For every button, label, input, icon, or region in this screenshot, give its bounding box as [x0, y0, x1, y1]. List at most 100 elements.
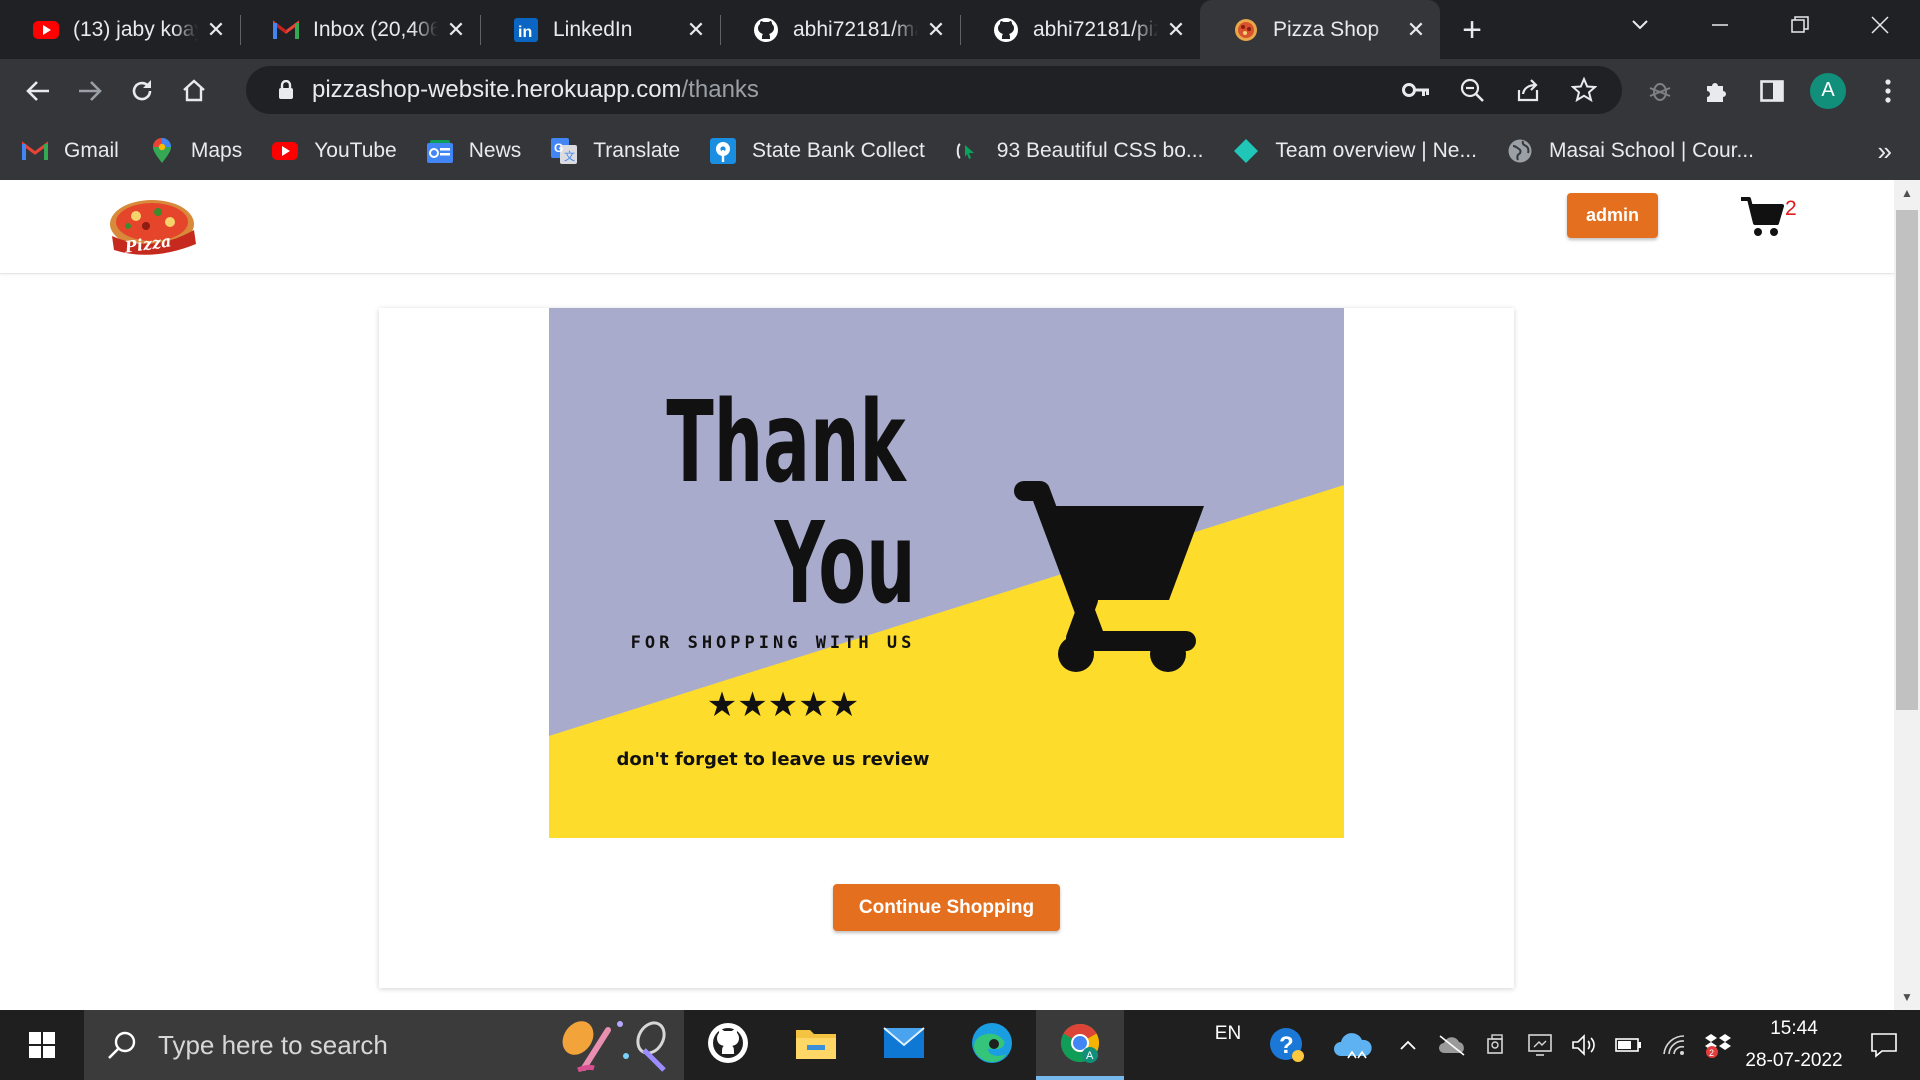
- close-icon[interactable]: ✕: [444, 17, 468, 42]
- close-icon[interactable]: ✕: [204, 17, 228, 42]
- toolbar-right: A: [1632, 59, 1920, 122]
- clock-time: 15:44: [1770, 1018, 1818, 1039]
- bookmark-state-bank[interactable]: State Bank Collect: [710, 138, 925, 164]
- bookmark-label: Masai School | Cour...: [1548, 139, 1755, 162]
- thank-you-card: Thank You FOR SHOPPING WITH US ★★★★★ don…: [379, 308, 1514, 988]
- meet-now-icon[interactable]: [1474, 1010, 1518, 1080]
- bookmark-translate[interactable]: G文 Translate: [551, 138, 680, 164]
- taskbar-clock[interactable]: 15:44 28-07-2022: [1740, 1010, 1848, 1080]
- cart-icon[interactable]: [1739, 194, 1809, 240]
- new-tab-button[interactable]: +: [1448, 6, 1496, 54]
- search-icon: [106, 1029, 138, 1061]
- home-icon[interactable]: [168, 65, 220, 117]
- profile-avatar[interactable]: A: [1800, 63, 1856, 119]
- side-panel-icon[interactable]: [1744, 63, 1800, 119]
- clock-date: 28-07-2022: [1745, 1050, 1843, 1071]
- cloud-offline-icon[interactable]: [1430, 1010, 1474, 1080]
- volume-icon[interactable]: [1562, 1010, 1606, 1080]
- tab-gmail[interactable]: Inbox (20,406 ✕: [240, 0, 480, 59]
- page-scrollbar[interactable]: ▲ ▼: [1894, 180, 1920, 1010]
- scroll-down-icon[interactable]: ▼: [1894, 984, 1920, 1010]
- taskbar-app-file-explorer[interactable]: [772, 1010, 860, 1080]
- sbi-icon: [710, 138, 737, 164]
- youtube-icon: [272, 138, 299, 164]
- tab-linkedin[interactable]: in LinkedIn ✕: [480, 0, 720, 59]
- taskbar-app-edge[interactable]: [948, 1010, 1036, 1080]
- github-icon: [753, 17, 779, 43]
- minimize-icon[interactable]: [1680, 0, 1760, 50]
- extension-bug-icon[interactable]: [1632, 63, 1688, 119]
- close-icon[interactable]: ✕: [684, 17, 708, 42]
- forward-icon[interactable]: [64, 65, 116, 117]
- lock-icon[interactable]: [264, 80, 308, 100]
- extensions-puzzle-icon[interactable]: [1688, 63, 1744, 119]
- taskbar-search-box[interactable]: Type here to search: [84, 1010, 684, 1080]
- bookmarks-overflow-button[interactable]: »: [1878, 136, 1892, 167]
- bookmark-news[interactable]: News: [426, 138, 522, 164]
- bookmark-label: 93 Beautiful CSS bo...: [996, 139, 1204, 162]
- reload-icon[interactable]: [116, 65, 168, 117]
- admin-button[interactable]: admin: [1567, 193, 1658, 238]
- tab-title: LinkedIn: [553, 17, 633, 41]
- show-hidden-icons-icon[interactable]: [1386, 1010, 1430, 1080]
- close-icon[interactable]: ✕: [1404, 17, 1428, 42]
- onedrive-icon[interactable]: [1320, 1010, 1386, 1080]
- tab-pizza-shop[interactable]: Pizza Shop ✕: [1200, 0, 1440, 59]
- url-text[interactable]: pizzashop-website.herokuapp.com/thanks: [312, 76, 1388, 104]
- browser-toolbar: pizzashop-website.herokuapp.com/thanks A: [0, 59, 1920, 122]
- bookmark-css-buttons[interactable]: 93 Beautiful CSS bo...: [955, 138, 1204, 164]
- bookmark-label: Translate: [593, 139, 681, 162]
- pizza-logo[interactable]: Pizza: [106, 196, 198, 257]
- tab-title: abhi72181/ma: [793, 17, 918, 41]
- tab-github-2[interactable]: abhi72181/piz ✕: [960, 0, 1200, 59]
- bookmark-maps[interactable]: Maps: [149, 138, 242, 164]
- svg-text:in: in: [518, 24, 532, 41]
- bookmark-youtube[interactable]: YouTube: [272, 138, 397, 164]
- window-close-icon[interactable]: [1840, 0, 1920, 50]
- menu-kebab-icon[interactable]: [1856, 63, 1920, 119]
- taskbar-app-chrome[interactable]: A: [1036, 1010, 1124, 1080]
- bookmark-masai-school[interactable]: Masai School | Cour...: [1507, 138, 1754, 164]
- wifi-icon[interactable]: [1652, 1010, 1696, 1080]
- bookmark-team-overview[interactable]: Team overview | Ne...: [1233, 138, 1477, 164]
- bookmark-gmail[interactable]: Gmail: [22, 138, 119, 164]
- review-reminder: don't forget to leave us review: [616, 749, 929, 770]
- address-bar[interactable]: pizzashop-website.herokuapp.com/thanks: [246, 66, 1622, 114]
- tab-github-1[interactable]: abhi72181/ma ✕: [720, 0, 960, 59]
- bookmark-label: Maps: [190, 139, 243, 162]
- windows-taskbar: Type here to search A EN ? 2 15:44 28-07…: [0, 1010, 1920, 1080]
- share-icon[interactable]: [1500, 67, 1556, 113]
- window-controls: [1600, 0, 1920, 50]
- continue-shopping-button[interactable]: Continue Shopping: [833, 884, 1060, 931]
- system-tray: EN ? 2 15:44 28-07-2022: [1202, 1010, 1920, 1080]
- windows-start-icon[interactable]: [0, 1010, 84, 1080]
- bookmark-label: Team overview | Ne...: [1275, 139, 1477, 162]
- sports-decor-icon: [556, 1016, 674, 1079]
- key-icon[interactable]: [1388, 67, 1444, 113]
- bookmark-star-icon[interactable]: [1556, 67, 1612, 113]
- language-indicator[interactable]: EN: [1202, 999, 1254, 1069]
- tab-search-icon[interactable]: [1600, 0, 1680, 50]
- help-icon[interactable]: ?: [1254, 1010, 1320, 1080]
- browser-tabstrip: (13) jaby koay ✕ Inbox (20,406 ✕ in Link…: [0, 0, 1920, 59]
- restore-icon[interactable]: [1760, 0, 1840, 50]
- close-icon[interactable]: ✕: [1164, 17, 1188, 42]
- scroll-up-icon[interactable]: ▲: [1894, 180, 1920, 206]
- tab-youtube[interactable]: (13) jaby koay ✕: [0, 0, 240, 59]
- youtube-icon: [33, 17, 59, 43]
- netlify-icon: [1233, 138, 1259, 164]
- close-icon[interactable]: ✕: [924, 17, 948, 42]
- edge-icon: [970, 1021, 1014, 1070]
- back-icon[interactable]: [12, 65, 64, 117]
- notification-icon[interactable]: [1848, 1010, 1920, 1080]
- zoom-icon[interactable]: [1444, 67, 1500, 113]
- taskbar-app-mail[interactable]: [860, 1010, 948, 1080]
- taskbar-app-github-desktop[interactable]: [684, 1010, 772, 1080]
- bookmark-label: News: [468, 139, 522, 162]
- scrollbar-thumb[interactable]: [1896, 210, 1918, 710]
- tab-title: Pizza Shop: [1273, 17, 1380, 41]
- battery-icon[interactable]: [1606, 1010, 1652, 1080]
- github-icon: [993, 17, 1019, 43]
- dropbox-icon[interactable]: 2: [1696, 1010, 1740, 1080]
- display-icon[interactable]: [1518, 1010, 1562, 1080]
